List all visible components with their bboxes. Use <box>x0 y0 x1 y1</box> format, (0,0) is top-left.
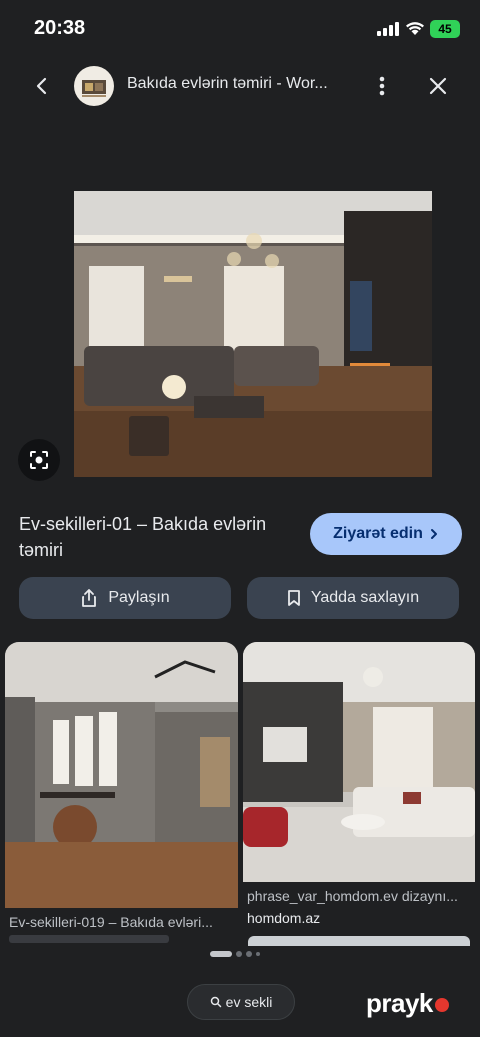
top-bar: Bakıda evlərin təmiri - Wor... <box>0 60 480 114</box>
bookmark-icon <box>287 590 300 606</box>
watermark-text: prayk <box>366 988 433 1018</box>
share-icon <box>82 589 97 607</box>
page-title: Bakıda evlərin təmiri - Wor... <box>127 75 328 92</box>
page-dot <box>256 952 260 956</box>
save-button-label: Yadda saxlayın <box>310 589 420 606</box>
share-button-label: Paylaşın <box>108 589 170 606</box>
status-bar: 20:38 45 <box>0 0 480 56</box>
related-image-1[interactable] <box>5 642 238 908</box>
battery-indicator: 45 <box>430 20 460 38</box>
signal-icon <box>377 22 399 36</box>
result-title: Ev-sekilleri-01 – Bakıda evlərin təmiri <box>19 514 267 560</box>
chevron-right-icon <box>430 529 437 539</box>
related-source-1-faded <box>9 935 169 943</box>
share-button[interactable]: Paylaşın <box>19 577 231 619</box>
hero-image[interactable] <box>74 191 432 477</box>
page-dot <box>246 951 252 957</box>
related-image-2[interactable] <box>243 642 475 882</box>
page-dot-active <box>210 951 232 957</box>
watermark-dot <box>434 998 449 1013</box>
wifi-icon <box>406 22 424 35</box>
next-result-strip <box>248 936 470 946</box>
related-caption-1[interactable]: Ev-sekilleri-019 – Bakıda evləri... <box>9 914 235 930</box>
site-favicon <box>74 66 114 106</box>
status-time: 20:38 <box>34 17 86 39</box>
lens-search-icon[interactable] <box>18 439 60 481</box>
watermark-logo: prayk <box>366 988 449 1019</box>
search-chip-label: ev sekli <box>225 994 273 1010</box>
search-chip[interactable]: ev sekli <box>187 984 295 1020</box>
related-caption-2[interactable]: phrase_var_homdom.ev dizaynı... <box>247 888 473 904</box>
related-source-2[interactable]: homdom.az <box>247 910 320 926</box>
visit-button-label: Ziyarət edin <box>333 525 423 542</box>
close-icon[interactable] <box>426 72 450 100</box>
page-indicator <box>210 951 260 957</box>
back-button[interactable] <box>28 72 56 100</box>
visit-button[interactable]: Ziyarət edin <box>310 513 462 555</box>
more-options-icon[interactable] <box>372 72 392 100</box>
page-dot <box>236 951 242 957</box>
save-button[interactable]: Yadda saxlayın <box>247 577 459 619</box>
search-icon <box>210 996 221 1008</box>
